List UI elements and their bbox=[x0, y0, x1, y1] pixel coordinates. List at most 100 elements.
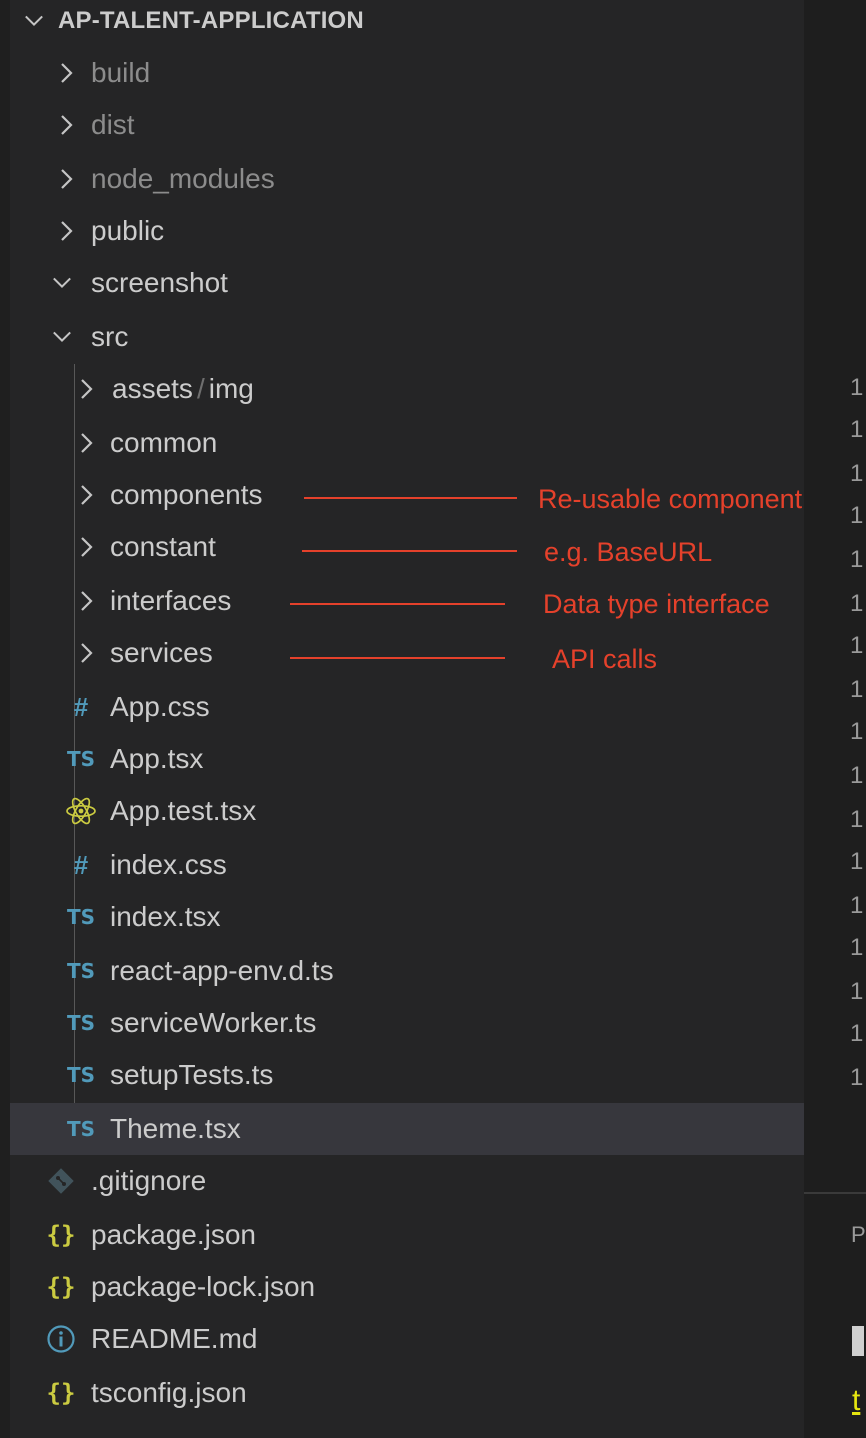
tree-file-readme[interactable]: README.md bbox=[10, 1313, 804, 1365]
tree-item-label: components bbox=[110, 479, 263, 510]
typescript-file-icon: TS bbox=[66, 959, 96, 983]
line-number: 1 bbox=[850, 1020, 864, 1047]
line-number: 1 bbox=[850, 934, 864, 961]
annotation-line-services bbox=[290, 657, 505, 659]
line-number: 1 bbox=[850, 460, 864, 487]
line-number: 1 bbox=[850, 892, 864, 919]
tree-item-label: App.css bbox=[110, 691, 210, 722]
git-icon bbox=[44, 1155, 78, 1207]
tree-item-label: App.tsx bbox=[110, 743, 204, 774]
annotation-components: Re-usable component bbox=[538, 484, 803, 514]
chevron-right-icon bbox=[76, 575, 96, 627]
panel-tab-label[interactable]: P bbox=[851, 1222, 866, 1248]
tree-file-app-tsx[interactable]: TS App.tsx bbox=[10, 733, 804, 785]
typescript-file-icon: TS bbox=[66, 1117, 96, 1141]
tree-item-label: index.css bbox=[110, 849, 227, 880]
tree-file-package-lock-json[interactable]: {} package-lock.json bbox=[10, 1261, 804, 1313]
chevron-right-icon bbox=[76, 417, 96, 469]
chevron-right-icon bbox=[76, 627, 96, 679]
tree-item-label: index.tsx bbox=[110, 901, 221, 932]
tree-item-label: services bbox=[110, 637, 213, 668]
tree-file-gitignore[interactable]: .gitignore bbox=[10, 1155, 804, 1207]
line-number: 1 bbox=[850, 806, 864, 833]
line-number: 1 bbox=[850, 546, 864, 573]
annotation-constant: e.g. BaseURL bbox=[544, 537, 713, 567]
tree-file-app-test-tsx[interactable]: App.test.tsx bbox=[10, 785, 804, 837]
chevron-right-icon bbox=[56, 205, 76, 257]
line-number: 1 bbox=[850, 632, 864, 659]
info-icon bbox=[44, 1313, 78, 1365]
annotation-line-constant bbox=[302, 550, 517, 552]
annotation-interfaces: Data type interface bbox=[543, 589, 770, 619]
tree-item-label: screenshot bbox=[91, 267, 228, 298]
tree-folder-common[interactable]: common bbox=[10, 417, 804, 469]
tree-file-theme-tsx[interactable]: TS Theme.tsx bbox=[10, 1103, 804, 1155]
tree-file-tsconfig-json[interactable]: {} tsconfig.json bbox=[10, 1367, 804, 1419]
tree-file-index-css[interactable]: # index.css bbox=[10, 839, 804, 891]
tree-item-label: setupTests.ts bbox=[110, 1059, 274, 1090]
css-file-icon: # bbox=[73, 691, 89, 722]
tree-file-react-app-env[interactable]: TS react-app-env.d.ts bbox=[10, 945, 804, 997]
tree-item-label: App.test.tsx bbox=[110, 795, 257, 826]
react-test-icon bbox=[64, 785, 98, 837]
line-number: 1 bbox=[850, 718, 864, 745]
chevron-right-icon bbox=[56, 99, 76, 151]
tree-item-label: tsconfig.json bbox=[91, 1377, 247, 1408]
chevron-down-icon bbox=[52, 311, 72, 363]
tree-file-index-tsx[interactable]: TS index.tsx bbox=[10, 891, 804, 943]
explorer-panel: AP-TALENT-APPLICATION build dist node_mo… bbox=[10, 0, 804, 1438]
typescript-file-icon: TS bbox=[66, 905, 96, 929]
tree-folder-assets-img[interactable]: assets / img bbox=[10, 363, 804, 415]
terminal-cursor bbox=[852, 1326, 864, 1356]
explorer-root-folder[interactable]: AP-TALENT-APPLICATION bbox=[10, 0, 804, 47]
tree-file-setup-tests[interactable]: TS setupTests.ts bbox=[10, 1049, 804, 1101]
tree-item-label: .gitignore bbox=[91, 1165, 207, 1196]
tree-item-label: build bbox=[91, 57, 151, 88]
line-number: 1 bbox=[850, 374, 864, 401]
line-number: 1 bbox=[850, 676, 864, 703]
tree-item-label: serviceWorker.ts bbox=[110, 1007, 317, 1038]
tree-folder-node-modules[interactable]: node_modules bbox=[10, 153, 804, 205]
typescript-file-icon: TS bbox=[66, 747, 96, 771]
chevron-right-icon bbox=[76, 363, 96, 415]
tree-item-label: interfaces bbox=[110, 585, 232, 616]
annotation-services: API calls bbox=[552, 644, 658, 674]
line-number: 1 bbox=[850, 762, 864, 789]
panel-divider[interactable] bbox=[804, 1192, 866, 1194]
annotation-line-components bbox=[304, 497, 517, 499]
chevron-down-icon bbox=[52, 257, 72, 309]
tree-item-label: src bbox=[91, 321, 129, 352]
tree-folder-dist[interactable]: dist bbox=[10, 99, 804, 151]
line-number: 1 bbox=[850, 590, 864, 617]
tree-item-label: dist bbox=[91, 109, 135, 140]
tree-item-label: package.json bbox=[91, 1219, 257, 1250]
line-number: 1 bbox=[850, 502, 864, 529]
editor-area[interactable]: 1 1 1 1 1 1 1 1 1 1 1 1 1 1 1 1 1 P t bbox=[804, 0, 866, 1438]
tree-folder-screenshot[interactable]: screenshot bbox=[10, 257, 804, 309]
tree-item-label: assets / img bbox=[112, 373, 254, 404]
annotation-line-interfaces bbox=[290, 603, 505, 605]
tree-item-label: constant bbox=[110, 531, 216, 562]
tree-item-label: README.md bbox=[91, 1323, 258, 1354]
line-number: 1 bbox=[850, 416, 864, 443]
explorer-root-label: AP-TALENT-APPLICATION bbox=[58, 7, 364, 34]
tree-file-package-json[interactable]: {} package.json bbox=[10, 1209, 804, 1261]
line-number: 1 bbox=[850, 978, 864, 1005]
tree-item-label: public bbox=[91, 215, 165, 246]
tree-folder-public[interactable]: public bbox=[10, 205, 804, 257]
css-file-icon: # bbox=[73, 849, 89, 880]
chevron-right-icon bbox=[76, 521, 96, 573]
chevron-down-icon bbox=[24, 0, 44, 47]
tree-file-service-worker[interactable]: TS serviceWorker.ts bbox=[10, 997, 804, 1049]
tree-folder-src[interactable]: src bbox=[10, 311, 804, 363]
json-file-icon: {} bbox=[46, 1379, 76, 1407]
chevron-right-icon bbox=[56, 153, 76, 205]
tree-item-label: react-app-env.d.ts bbox=[110, 955, 334, 986]
typescript-file-icon: TS bbox=[66, 1063, 96, 1087]
tree-item-label: node_modules bbox=[91, 163, 275, 194]
tree-folder-services[interactable]: services bbox=[10, 627, 804, 679]
line-number: 1 bbox=[850, 848, 864, 875]
chevron-right-icon bbox=[76, 469, 96, 521]
tree-file-app-css[interactable]: # App.css bbox=[10, 681, 804, 733]
tree-folder-build[interactable]: build bbox=[10, 47, 804, 99]
